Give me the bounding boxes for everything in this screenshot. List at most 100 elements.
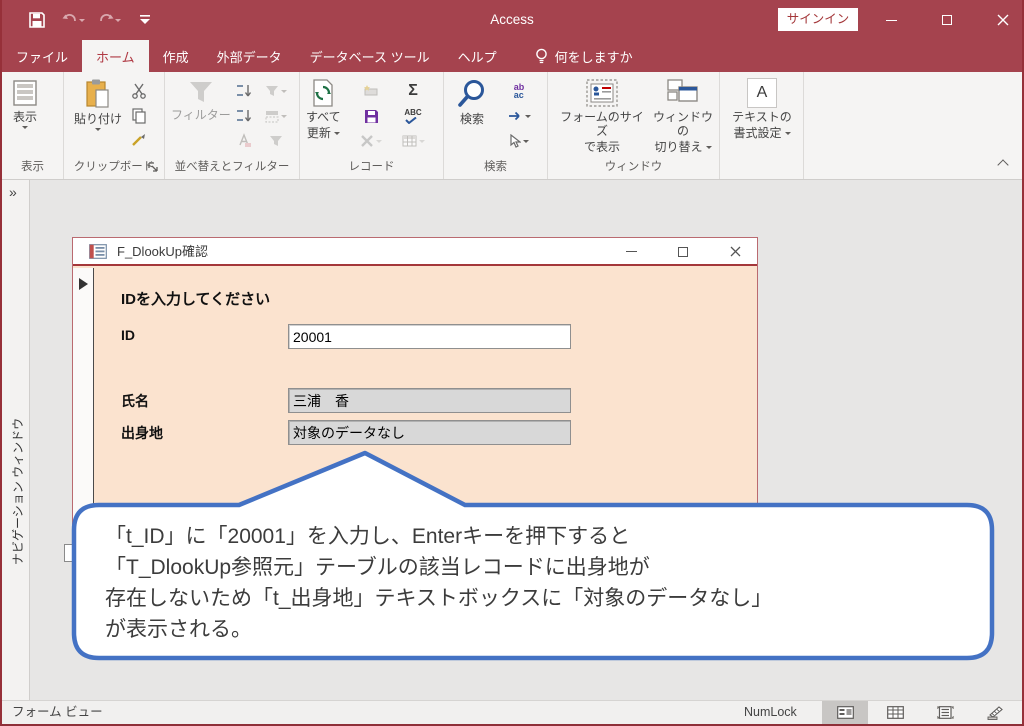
save-record-button[interactable]: [358, 105, 384, 127]
close-button[interactable]: [980, 0, 1024, 40]
more-records-dropdown-icon: [419, 140, 425, 143]
navigation-pane-collapsed[interactable]: » ナビゲーション ウィンドウ: [2, 180, 30, 700]
new-record-icon: [363, 84, 379, 98]
tell-me-box[interactable]: 何をしますか: [523, 40, 645, 72]
id-input[interactable]: [288, 324, 571, 349]
replace-button[interactable]: ab ac: [506, 80, 532, 102]
form-title: F_DlookUp確認: [117, 238, 208, 266]
goto-icon: [508, 111, 523, 121]
collapse-ribbon-button[interactable]: [994, 157, 1012, 171]
clipboard-dialog-launcher[interactable]: [148, 162, 160, 174]
more-records-icon: [402, 135, 417, 147]
group-label-sort-filter: 並べ替えとフィルター: [165, 158, 299, 174]
tab-create[interactable]: 作成: [149, 40, 203, 72]
redo-icon: [97, 12, 115, 28]
design-view-button[interactable]: [972, 701, 1018, 724]
remove-sort-button[interactable]: [231, 130, 257, 152]
tab-external-data[interactable]: 外部データ: [203, 40, 296, 72]
copy-icon: [131, 108, 147, 124]
redo-button[interactable]: [96, 7, 122, 33]
totals-icon: Σ: [408, 82, 418, 100]
form-maximize-button[interactable]: [663, 238, 703, 265]
toggle-filter-icon: [269, 134, 283, 148]
datasheet-view-icon: [887, 706, 904, 719]
numlock-indicator: NumLock: [744, 701, 797, 724]
datasheet-view-button[interactable]: [872, 701, 918, 724]
size-to-fit-form-button[interactable]: フォームのサイズ で表示: [556, 78, 648, 154]
group-label-window: ウィンドウ: [548, 158, 719, 174]
spelling-icon: ABC: [404, 108, 421, 124]
tab-help[interactable]: ヘルプ: [444, 40, 511, 72]
goto-dropdown-icon: [525, 115, 531, 118]
view-button[interactable]: 表示: [10, 78, 40, 129]
goto-button[interactable]: [506, 105, 532, 127]
paste-button[interactable]: 貼り付け: [74, 78, 122, 131]
delete-record-icon: [360, 134, 374, 148]
customize-qat-button[interactable]: [132, 7, 158, 33]
document-area: » ナビゲーション ウィンドウ F_DlookUp確認 IDを入力してください …: [2, 180, 1022, 700]
tab-database-tools[interactable]: データベース ツール: [296, 40, 444, 72]
form-maximize-icon: [678, 247, 688, 257]
new-record-button[interactable]: [358, 80, 384, 102]
selection-filter-dropdown-icon: [281, 115, 287, 118]
selection-filter-button[interactable]: [263, 105, 289, 127]
callout-line: 存在しないため「t_出身地」テキストボックスに「対象のデータなし」: [105, 583, 985, 614]
refresh-dropdown-icon: [334, 132, 340, 135]
ribbon-group-sort-filter: フィルター: [165, 72, 300, 179]
form-close-button[interactable]: [715, 238, 755, 265]
callout-line: が表示される。: [105, 614, 985, 645]
maximize-icon: [942, 15, 952, 25]
refresh-all-button[interactable]: すべて 更新: [306, 78, 341, 140]
replace-icon: ab ac: [514, 83, 525, 99]
tab-home[interactable]: ホーム: [82, 40, 149, 72]
text-formatting-button[interactable]: A テキストの 書式設定: [726, 78, 798, 140]
advanced-filter-icon: [265, 84, 279, 98]
filter-icon: [186, 78, 216, 106]
selection-filter-icon: [265, 109, 279, 123]
find-icon: [456, 78, 488, 110]
select-icon: [509, 134, 521, 148]
group-label-views: 表示: [2, 158, 63, 174]
refresh-all-icon: [308, 78, 338, 108]
text-formatting-dropdown-icon: [785, 132, 791, 135]
form-minimize-button[interactable]: [611, 238, 651, 265]
ribbon: 表示 表示 貼り付け: [2, 72, 1022, 180]
maximize-button[interactable]: [924, 0, 970, 40]
delete-record-button[interactable]: [358, 130, 384, 152]
totals-button[interactable]: Σ: [400, 80, 426, 102]
filter-button[interactable]: フィルター: [171, 78, 231, 122]
advanced-filter-button[interactable]: [263, 80, 289, 102]
sort-ascending-button[interactable]: [231, 80, 257, 102]
format-painter-button[interactable]: [126, 130, 152, 152]
design-view-icon: [987, 706, 1004, 720]
tab-file[interactable]: ファイル: [2, 40, 82, 72]
switch-windows-button[interactable]: ウィンドウの 切り替え: [652, 78, 714, 154]
layout-view-icon: [937, 706, 954, 719]
form-titlebar: F_DlookUp確認: [73, 238, 757, 266]
spelling-button[interactable]: ABC: [400, 105, 426, 127]
more-records-button[interactable]: [400, 130, 426, 152]
toggle-filter-button[interactable]: [263, 130, 289, 152]
redo-dropdown-icon: [115, 19, 121, 22]
layout-view-button[interactable]: [922, 701, 968, 724]
advanced-filter-dropdown-icon: [281, 90, 287, 93]
minimize-icon: [886, 20, 897, 21]
copy-button[interactable]: [126, 105, 152, 127]
record-selector-arrow-icon: [79, 278, 88, 290]
sort-descending-button[interactable]: [231, 105, 257, 127]
name-textbox[interactable]: 三浦 香: [288, 388, 571, 413]
minimize-button[interactable]: [868, 0, 914, 40]
form-icon: [89, 244, 107, 259]
select-button[interactable]: [506, 130, 532, 152]
group-label-find: 検索: [444, 158, 547, 174]
signin-button[interactable]: サインイン: [778, 8, 858, 31]
status-bar: フォーム ビュー NumLock: [2, 700, 1022, 724]
form-view-icon: [837, 706, 854, 719]
cut-button[interactable]: [126, 80, 152, 102]
switch-windows-icon: [666, 78, 700, 108]
save-button[interactable]: [24, 7, 50, 33]
find-button[interactable]: 検索: [456, 78, 488, 126]
form-view-button[interactable]: [822, 701, 868, 724]
undo-button[interactable]: [60, 7, 86, 33]
size-to-fit-form-icon: [585, 78, 619, 108]
